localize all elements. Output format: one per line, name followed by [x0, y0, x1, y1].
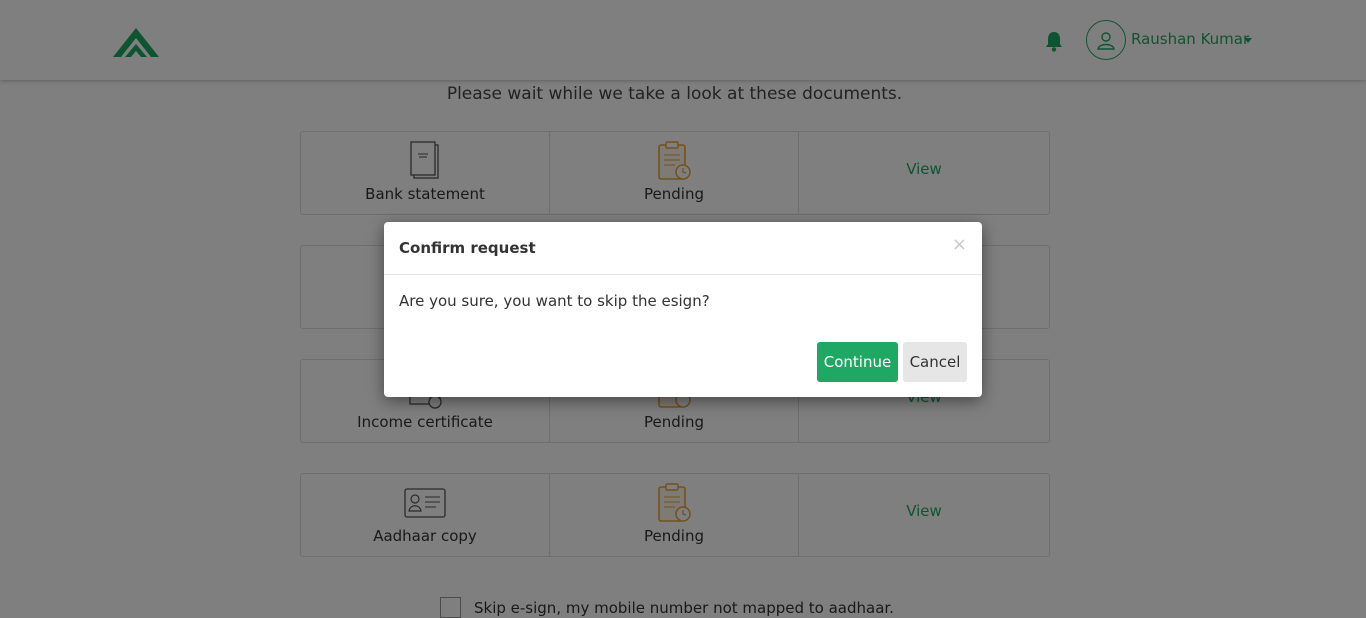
modal-header: Confirm request ×	[384, 222, 982, 275]
continue-button[interactable]: Continue	[817, 342, 898, 382]
cancel-button[interactable]: Cancel	[903, 342, 967, 382]
close-icon[interactable]: ×	[952, 236, 967, 254]
confirm-request-dialog: Confirm request × Are you sure, you want…	[384, 222, 982, 397]
modal-title: Confirm request	[399, 239, 536, 257]
modal-message: Are you sure, you want to skip the esign…	[399, 292, 710, 310]
